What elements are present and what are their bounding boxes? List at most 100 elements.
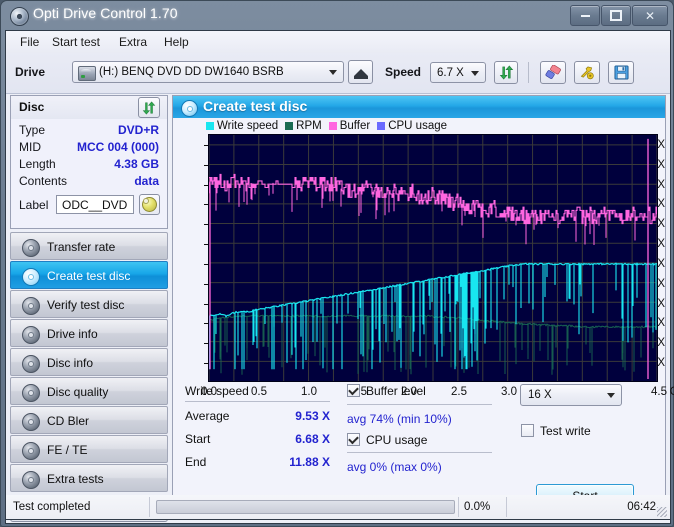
drive-info-icon xyxy=(22,326,40,344)
legend-item-buffer: Buffer xyxy=(328,119,371,132)
sidebar-item-fe-te[interactable]: FE / TE xyxy=(10,435,168,463)
sidebar-item-label: Disc info xyxy=(47,356,94,370)
drive-icon xyxy=(78,66,96,81)
end-value: 11.88 X xyxy=(289,455,330,469)
legend-item-write-speed: Write speed xyxy=(206,120,278,132)
legend-swatch xyxy=(328,121,337,130)
divider xyxy=(347,404,492,405)
sidebar-item-extra-tests[interactable]: Extra tests xyxy=(10,464,168,492)
disc-label-browse-button[interactable] xyxy=(139,194,160,215)
sidebar-item-label: Transfer rate xyxy=(47,240,116,254)
maximize-button[interactable] xyxy=(601,5,631,26)
drive-select[interactable]: (H:) BENQ DVD DD DW1640 BSRB xyxy=(72,61,344,83)
progress-bar xyxy=(156,500,455,514)
sidebar-item-label: CD Bler xyxy=(47,414,90,428)
chevron-down-icon xyxy=(329,70,337,75)
sidebar-item-label: Drive info xyxy=(47,327,98,341)
sidebar-item-drive-info[interactable]: Drive info xyxy=(10,319,168,347)
toolbar: Drive (H:) BENQ DVD DD DW1640 BSRB Speed… xyxy=(6,53,670,94)
test-write-checkbox[interactable] xyxy=(521,424,534,437)
title-bar: Opti Drive Control 1.70 ✕ xyxy=(1,1,674,31)
refresh-icon xyxy=(499,65,513,80)
window-controls: ✕ xyxy=(569,5,668,26)
legend-item-rpm: RPM xyxy=(285,120,322,132)
sidebar-item-disc-quality[interactable]: Disc quality xyxy=(10,377,168,405)
write-speed-select[interactable]: 16 X xyxy=(520,384,622,406)
write-speed-title: Write speed xyxy=(185,384,249,398)
eraser-icon xyxy=(545,65,561,79)
status-message: Test completed xyxy=(13,501,91,513)
menu-file[interactable]: File xyxy=(14,34,45,50)
disc-info-panel: Type DVD+R MID MCC 004 (000) Length 4.38… xyxy=(10,119,168,229)
legend-swatch xyxy=(377,121,386,130)
left-column: Disc Type DVD+R MID MCC 004 (000) Length… xyxy=(10,95,168,522)
start-value: 6.68 X xyxy=(295,432,330,446)
buffer-note: avg 74% (min 10%) xyxy=(347,412,452,426)
chart-legend: Write speed RPM Buffer CPU usage xyxy=(206,119,454,132)
extra-tests-icon xyxy=(22,471,40,489)
sidebar-item-label: Disc quality xyxy=(47,385,109,399)
sidebar-item-disc-info[interactable]: Disc info xyxy=(10,348,168,376)
app-disc-icon xyxy=(10,7,29,26)
chart-plot[interactable] xyxy=(208,134,658,382)
chevron-down-icon xyxy=(607,393,615,398)
drive-label: Drive xyxy=(15,65,46,79)
menu-start-test[interactable]: Start test xyxy=(46,34,106,50)
chart-svg xyxy=(208,135,658,381)
disc-refresh-button[interactable] xyxy=(138,97,160,118)
tools-button[interactable] xyxy=(574,61,600,84)
divider xyxy=(149,497,150,517)
refresh-button[interactable] xyxy=(494,61,518,84)
sidebar-item-label: Verify test disc xyxy=(47,298,125,312)
average-label: Average xyxy=(185,409,230,423)
divider xyxy=(458,497,459,517)
end-label: End xyxy=(185,455,207,469)
cpu-usage-checkbox[interactable] xyxy=(347,433,360,446)
x-axis-unit-label: GB xyxy=(670,386,674,398)
resize-grip[interactable] xyxy=(657,507,667,517)
panel-header: Create test disc xyxy=(173,96,665,118)
average-value: 9.53 X xyxy=(295,409,330,423)
main-panel: Create test disc Write speed RPM Buffer xyxy=(172,95,674,519)
eject-button[interactable] xyxy=(348,60,373,84)
divider xyxy=(347,452,492,453)
sidebar-item-label: Extra tests xyxy=(47,472,104,486)
disc-label-row: Label ODC__DVD xyxy=(11,194,167,218)
disc-mid-key: MID xyxy=(19,140,41,154)
write-speed-select-value: 16 X xyxy=(528,389,552,401)
menu-extra[interactable]: Extra xyxy=(113,34,153,50)
cd-icon xyxy=(142,197,157,212)
sidebar-item-label: FE / TE xyxy=(47,443,88,457)
minimize-button[interactable] xyxy=(570,5,600,26)
disc-header: Disc xyxy=(10,95,168,119)
drive-select-value: (H:) BENQ DVD DD DW1640 BSRB xyxy=(99,66,284,78)
close-icon[interactable]: ✕ xyxy=(632,5,668,26)
create-test-disc-icon xyxy=(181,100,198,117)
disc-mid-value: MCC 004 (000) xyxy=(76,140,159,154)
sidebar-item-create-test-disc[interactable]: Create test disc xyxy=(10,261,168,289)
disc-length-value: 4.38 GB xyxy=(114,157,159,171)
legend-swatch xyxy=(285,121,294,130)
menu-help[interactable]: Help xyxy=(158,34,195,50)
page-title: Create test disc xyxy=(203,98,308,114)
create-test-disc-icon xyxy=(22,268,40,286)
erase-button[interactable] xyxy=(540,61,566,84)
stats-area: Write speed Average 9.53 X Start 6.68 X … xyxy=(175,384,665,508)
cpu-usage-label: CPU usage xyxy=(366,433,428,447)
legend-item-cpu-usage: CPU usage xyxy=(377,120,447,132)
legend-label: Buffer xyxy=(339,119,371,132)
disc-row-contents: Contents data xyxy=(11,174,167,191)
speed-select-value: 6.7 X xyxy=(437,66,464,79)
buffer-level-checkbox[interactable] xyxy=(347,384,360,397)
divider xyxy=(185,401,330,402)
elapsed-time: 06:42 xyxy=(627,501,656,513)
disc-length-key: Length xyxy=(19,157,56,171)
sidebar-item-transfer-rate[interactable]: Transfer rate xyxy=(10,232,168,260)
sidebar-item-verify-test-disc[interactable]: Verify test disc xyxy=(10,290,168,318)
verify-test-disc-icon xyxy=(22,297,40,315)
speed-select[interactable]: 6.7 X xyxy=(430,62,486,83)
disc-label-input[interactable]: ODC__DVD xyxy=(56,195,134,214)
sidebar-item-cd-bler[interactable]: CD Bler xyxy=(10,406,168,434)
disc-row-length: Length 4.38 GB xyxy=(11,157,167,174)
save-button[interactable] xyxy=(608,61,634,84)
